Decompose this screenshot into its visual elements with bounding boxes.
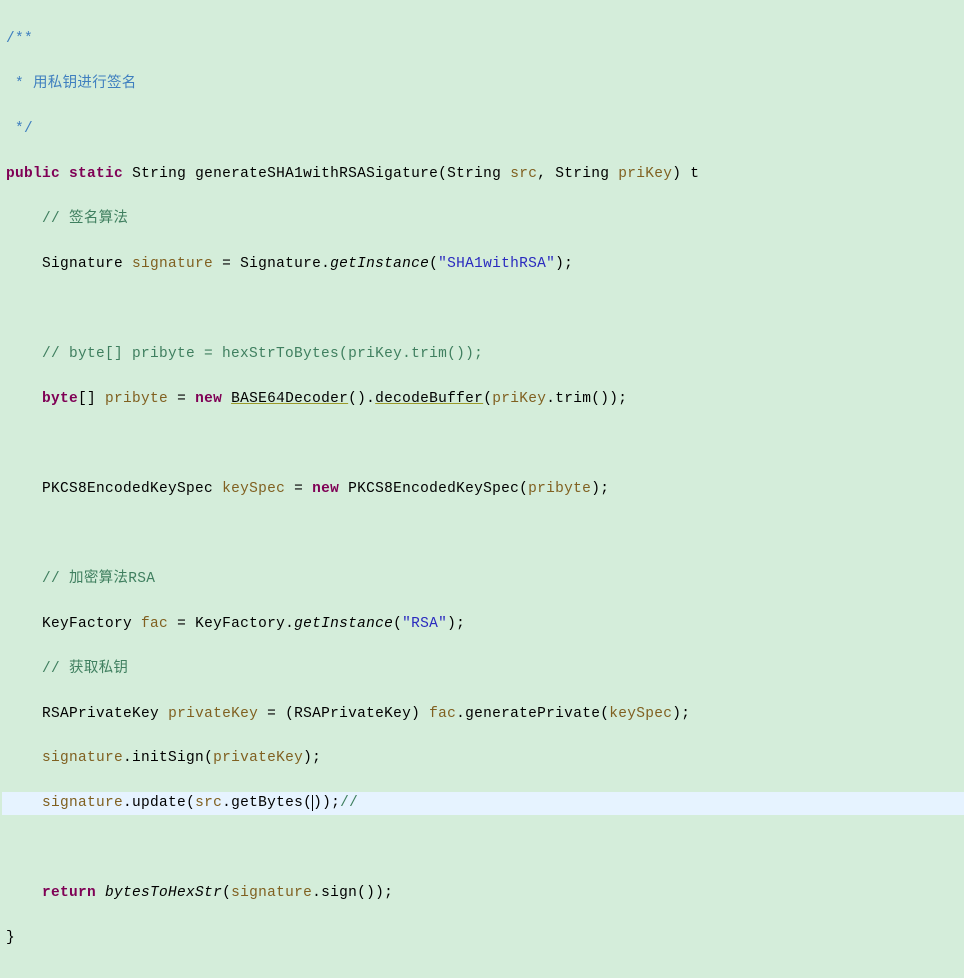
javadoc-body: * 用私钥进行签名 [6, 76, 137, 92]
param-name: src [510, 166, 537, 182]
line-comment: // 签名算法 [42, 211, 128, 227]
keyword-new: new [195, 391, 222, 407]
static-method: getInstance [294, 616, 393, 632]
keyword-return: return [42, 885, 96, 901]
type: KeyFactory [42, 616, 132, 632]
cast-type: RSAPrivateKey [294, 706, 411, 722]
local-var: pribyte [105, 391, 168, 407]
code-line: // 获取私钥 [2, 658, 964, 680]
code-line: byte[] pribyte = new BASE64Decoder().dec… [2, 388, 964, 410]
method: sign [321, 885, 357, 901]
line-comment: // byte[] pribyte = hexStrToBytes(priKey… [42, 346, 483, 362]
code-line: * 用私钥进行签名 [2, 73, 964, 95]
method: update [132, 795, 186, 811]
local-var: fac [141, 616, 168, 632]
type: KeyFactory [195, 616, 285, 632]
keyword-public: public [6, 166, 60, 182]
param-type: String [555, 166, 609, 182]
truncated: t [690, 166, 699, 182]
local-ref: privateKey [213, 750, 303, 766]
param-name: priKey [618, 166, 672, 182]
code-line: signature.initSign(privateKey); [2, 747, 964, 769]
code-line [2, 837, 964, 859]
keyword-byte: byte [42, 391, 78, 407]
code-line [2, 523, 964, 545]
type: PKCS8EncodedKeySpec [42, 481, 213, 497]
local-var: keySpec [222, 481, 285, 497]
string-literal: "SHA1withRSA" [438, 256, 555, 272]
code-line: /** [2, 28, 964, 50]
local-var: signature [132, 256, 213, 272]
code-line: return bytesToHexStr(signature.sign()); [2, 882, 964, 904]
local-ref: signature [42, 750, 123, 766]
string-literal: "RSA" [402, 616, 447, 632]
method: generatePrivate [465, 706, 600, 722]
keyword-new: new [312, 481, 339, 497]
code-line: // byte[] pribyte = hexStrToBytes(priKey… [2, 343, 964, 365]
code-line: */ [2, 118, 964, 140]
local-ref: keySpec [609, 706, 672, 722]
method-name: generateSHA1withRSASigature [195, 166, 438, 182]
line-comment: // 加密算法RSA [42, 571, 155, 587]
code-editor[interactable]: /** * 用私钥进行签名 */ public static String ge… [0, 0, 964, 978]
local-ref: signature [42, 795, 123, 811]
param-type: String [447, 166, 501, 182]
line-comment: // [340, 795, 358, 811]
current-line: signature.update(src.getBytes());// [2, 792, 964, 814]
code-line: } [2, 927, 964, 949]
code-line: RSAPrivateKey privateKey = (RSAPrivateKe… [2, 703, 964, 725]
code-line: // 加密算法RSA [2, 568, 964, 590]
code-line: KeyFactory fac = KeyFactory.getInstance(… [2, 613, 964, 635]
return-type: String [132, 166, 186, 182]
code-line: Signature signature = Signature.getInsta… [2, 253, 964, 275]
method: initSign [132, 750, 204, 766]
keyword-static: static [69, 166, 123, 182]
local-ref: fac [429, 706, 456, 722]
text-caret [312, 795, 313, 811]
code-line: // 签名算法 [2, 208, 964, 230]
param-ref: priKey [492, 391, 546, 407]
code-line [2, 433, 964, 455]
type: PKCS8EncodedKeySpec [348, 481, 519, 497]
local-var: privateKey [168, 706, 258, 722]
code-line [2, 298, 964, 320]
static-method: getInstance [330, 256, 429, 272]
code-line: public static String generateSHA1withRSA… [2, 163, 964, 185]
local-ref: signature [231, 885, 312, 901]
type: Signature [42, 256, 123, 272]
static-method: bytesToHexStr [105, 885, 222, 901]
line-comment: // 获取私钥 [42, 661, 128, 677]
javadoc-end: */ [6, 121, 33, 137]
type: Signature [240, 256, 321, 272]
type: RSAPrivateKey [42, 706, 159, 722]
method: getBytes [231, 795, 303, 811]
code-line: PKCS8EncodedKeySpec keySpec = new PKCS8E… [2, 478, 964, 500]
deprecated-class: BASE64Decoder [231, 391, 348, 407]
javadoc-start: /** [6, 31, 33, 47]
param-ref: src [195, 795, 222, 811]
local-ref: pribyte [528, 481, 591, 497]
method: trim [555, 391, 591, 407]
deprecated-method: decodeBuffer [375, 391, 483, 407]
